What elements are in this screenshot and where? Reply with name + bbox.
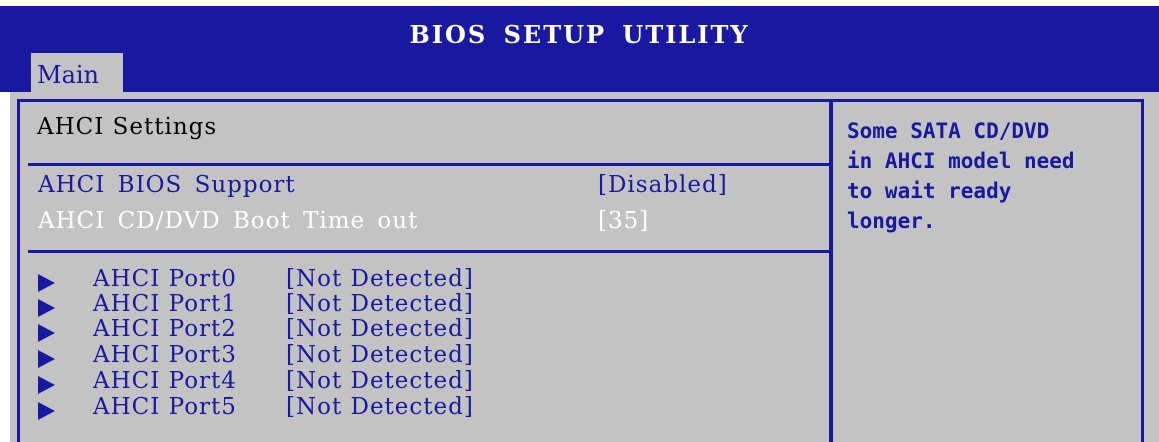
header-bar: BIOS SETUP UTILITY Main — [0, 6, 1159, 92]
port-status: [Not Detected] — [286, 394, 474, 420]
submenu-item-port0[interactable]: AHCI Port0 [Not Detected] — [38, 266, 598, 292]
port-status: [Not Detected] — [286, 291, 474, 317]
setting-cd-dvd-boot-timeout[interactable]: AHCI CD/DVD Boot Time out [35] — [38, 208, 818, 238]
submenu-item-port4[interactable]: AHCI Port4 [Not Detected] — [38, 368, 598, 394]
setting-ahci-bios-support[interactable]: AHCI BIOS Support [Disabled] — [38, 172, 818, 202]
port-name: AHCI Port1 — [93, 291, 237, 317]
setting-label: AHCI CD/DVD Boot Time out — [38, 208, 419, 234]
port-status: [Not Detected] — [286, 316, 474, 342]
divider — [28, 163, 830, 166]
port-name: AHCI Port2 — [93, 316, 237, 342]
bios-screen: BIOS SETUP UTILITY Main AHCI Settings AH… — [0, 0, 1159, 442]
submenu-arrow-icon — [38, 274, 55, 292]
tab-main[interactable]: Main — [31, 53, 123, 92]
help-line: to wait ready — [847, 179, 1012, 203]
submenu-item-port3[interactable]: AHCI Port3 [Not Detected] — [38, 342, 598, 368]
submenu-item-port5[interactable]: AHCI Port5 [Not Detected] — [38, 394, 598, 420]
submenu-arrow-icon — [38, 299, 55, 317]
divider — [28, 250, 830, 253]
port-name: AHCI Port5 — [93, 394, 237, 420]
port-status: [Not Detected] — [286, 266, 474, 292]
submenu-arrow-icon — [38, 324, 55, 342]
submenu-arrow-icon — [38, 376, 55, 394]
submenu-item-port2[interactable]: AHCI Port2 [Not Detected] — [38, 316, 598, 342]
help-line: Some SATA CD/DVD — [847, 119, 1050, 143]
port-name: AHCI Port3 — [93, 342, 237, 368]
help-line: longer. — [847, 209, 936, 233]
port-status: [Not Detected] — [286, 342, 474, 368]
submenu-item-port1[interactable]: AHCI Port1 [Not Detected] — [38, 291, 598, 317]
help-text: Some SATA CD/DVD in AHCI model need to w… — [847, 116, 1147, 236]
port-name: AHCI Port0 — [93, 266, 237, 292]
port-name: AHCI Port4 — [93, 368, 237, 394]
section-title: AHCI Settings — [37, 114, 218, 140]
port-status: [Not Detected] — [286, 368, 474, 394]
setting-value[interactable]: [Disabled] — [598, 172, 728, 198]
setting-label: AHCI BIOS Support — [38, 172, 296, 198]
submenu-arrow-icon — [38, 402, 55, 420]
submenu-arrow-icon — [38, 350, 55, 368]
setting-value[interactable]: [35] — [598, 208, 649, 234]
help-line: in AHCI model need — [847, 149, 1075, 173]
page-title: BIOS SETUP UTILITY — [409, 20, 750, 49]
